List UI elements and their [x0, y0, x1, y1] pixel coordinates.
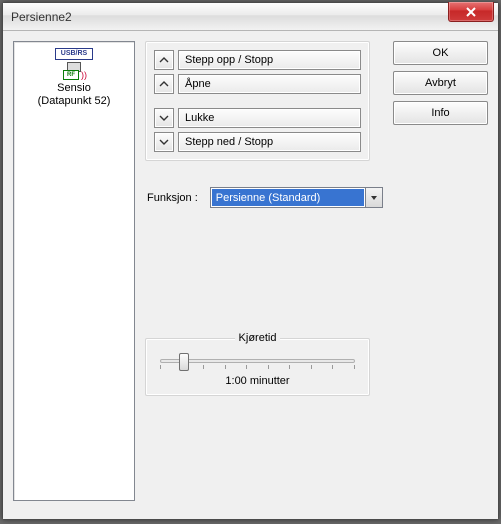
- runtime-legend: Kjøretid: [235, 332, 281, 344]
- chevron-up-icon: [159, 55, 169, 65]
- ok-button[interactable]: OK: [393, 41, 488, 65]
- function-selected: Persienne (Standard): [212, 189, 364, 206]
- dialog-buttons: OK Avbryt Info: [393, 41, 488, 509]
- close-blind-button[interactable]: [154, 108, 174, 128]
- step-down-row: Stepp ned / Stopp: [154, 132, 361, 152]
- step-down-button[interactable]: [154, 132, 174, 152]
- open-button[interactable]: [154, 74, 174, 94]
- close-label[interactable]: Lukke: [178, 108, 361, 128]
- usb-rs-label: USB/RS: [55, 48, 93, 60]
- window-title: Persienne2: [11, 10, 72, 24]
- step-up-label[interactable]: Stepp opp / Stopp: [178, 50, 361, 70]
- step-up-row: Stepp opp / Stopp: [154, 50, 361, 70]
- device-name: Sensio: [14, 82, 134, 95]
- function-label: Funksjon :: [145, 192, 198, 204]
- device-icon[interactable]: USB/RS RF )): [55, 48, 93, 80]
- slider-thumb[interactable]: [179, 353, 189, 371]
- device-list[interactable]: USB/RS RF )) Sensio (Datapunkt 52): [13, 41, 135, 501]
- main-column: Stepp opp / Stopp Åpne Lukke: [145, 41, 383, 509]
- close-button[interactable]: [448, 2, 494, 22]
- close-icon: [465, 7, 477, 17]
- device-datapoint: (Datapunkt 52): [14, 95, 134, 108]
- actions-group: Stepp opp / Stopp Åpne Lukke: [145, 41, 370, 161]
- combobox-dropdown-button[interactable]: [365, 188, 382, 207]
- chevron-down-icon: [159, 113, 169, 123]
- chevron-down-icon: [159, 137, 169, 147]
- triangle-down-icon: [370, 194, 378, 202]
- title-bar[interactable]: Persienne2: [3, 3, 498, 31]
- close-row: Lukke: [154, 108, 361, 128]
- step-up-button[interactable]: [154, 50, 174, 70]
- rf-badge: RF: [63, 70, 79, 80]
- chevron-up-icon: [159, 79, 169, 89]
- rf-waves-icon: )): [81, 70, 87, 80]
- function-row: Funksjon : Persienne (Standard): [145, 187, 383, 208]
- cancel-button[interactable]: Avbryt: [393, 71, 488, 95]
- runtime-group: Kjøretid 1:00 minutter: [145, 338, 370, 396]
- runtime-value: 1:00 minutter: [156, 375, 359, 387]
- step-down-label[interactable]: Stepp ned / Stopp: [178, 132, 361, 152]
- dialog-window: Persienne2 USB/RS RF )) Sensio (Datapunk…: [2, 2, 499, 520]
- open-row: Åpne: [154, 74, 361, 94]
- function-combobox[interactable]: Persienne (Standard): [210, 187, 383, 208]
- runtime-slider[interactable]: [160, 359, 355, 363]
- client-area: USB/RS RF )) Sensio (Datapunkt 52) Stepp…: [3, 31, 498, 519]
- open-label[interactable]: Åpne: [178, 74, 361, 94]
- info-button[interactable]: Info: [393, 101, 488, 125]
